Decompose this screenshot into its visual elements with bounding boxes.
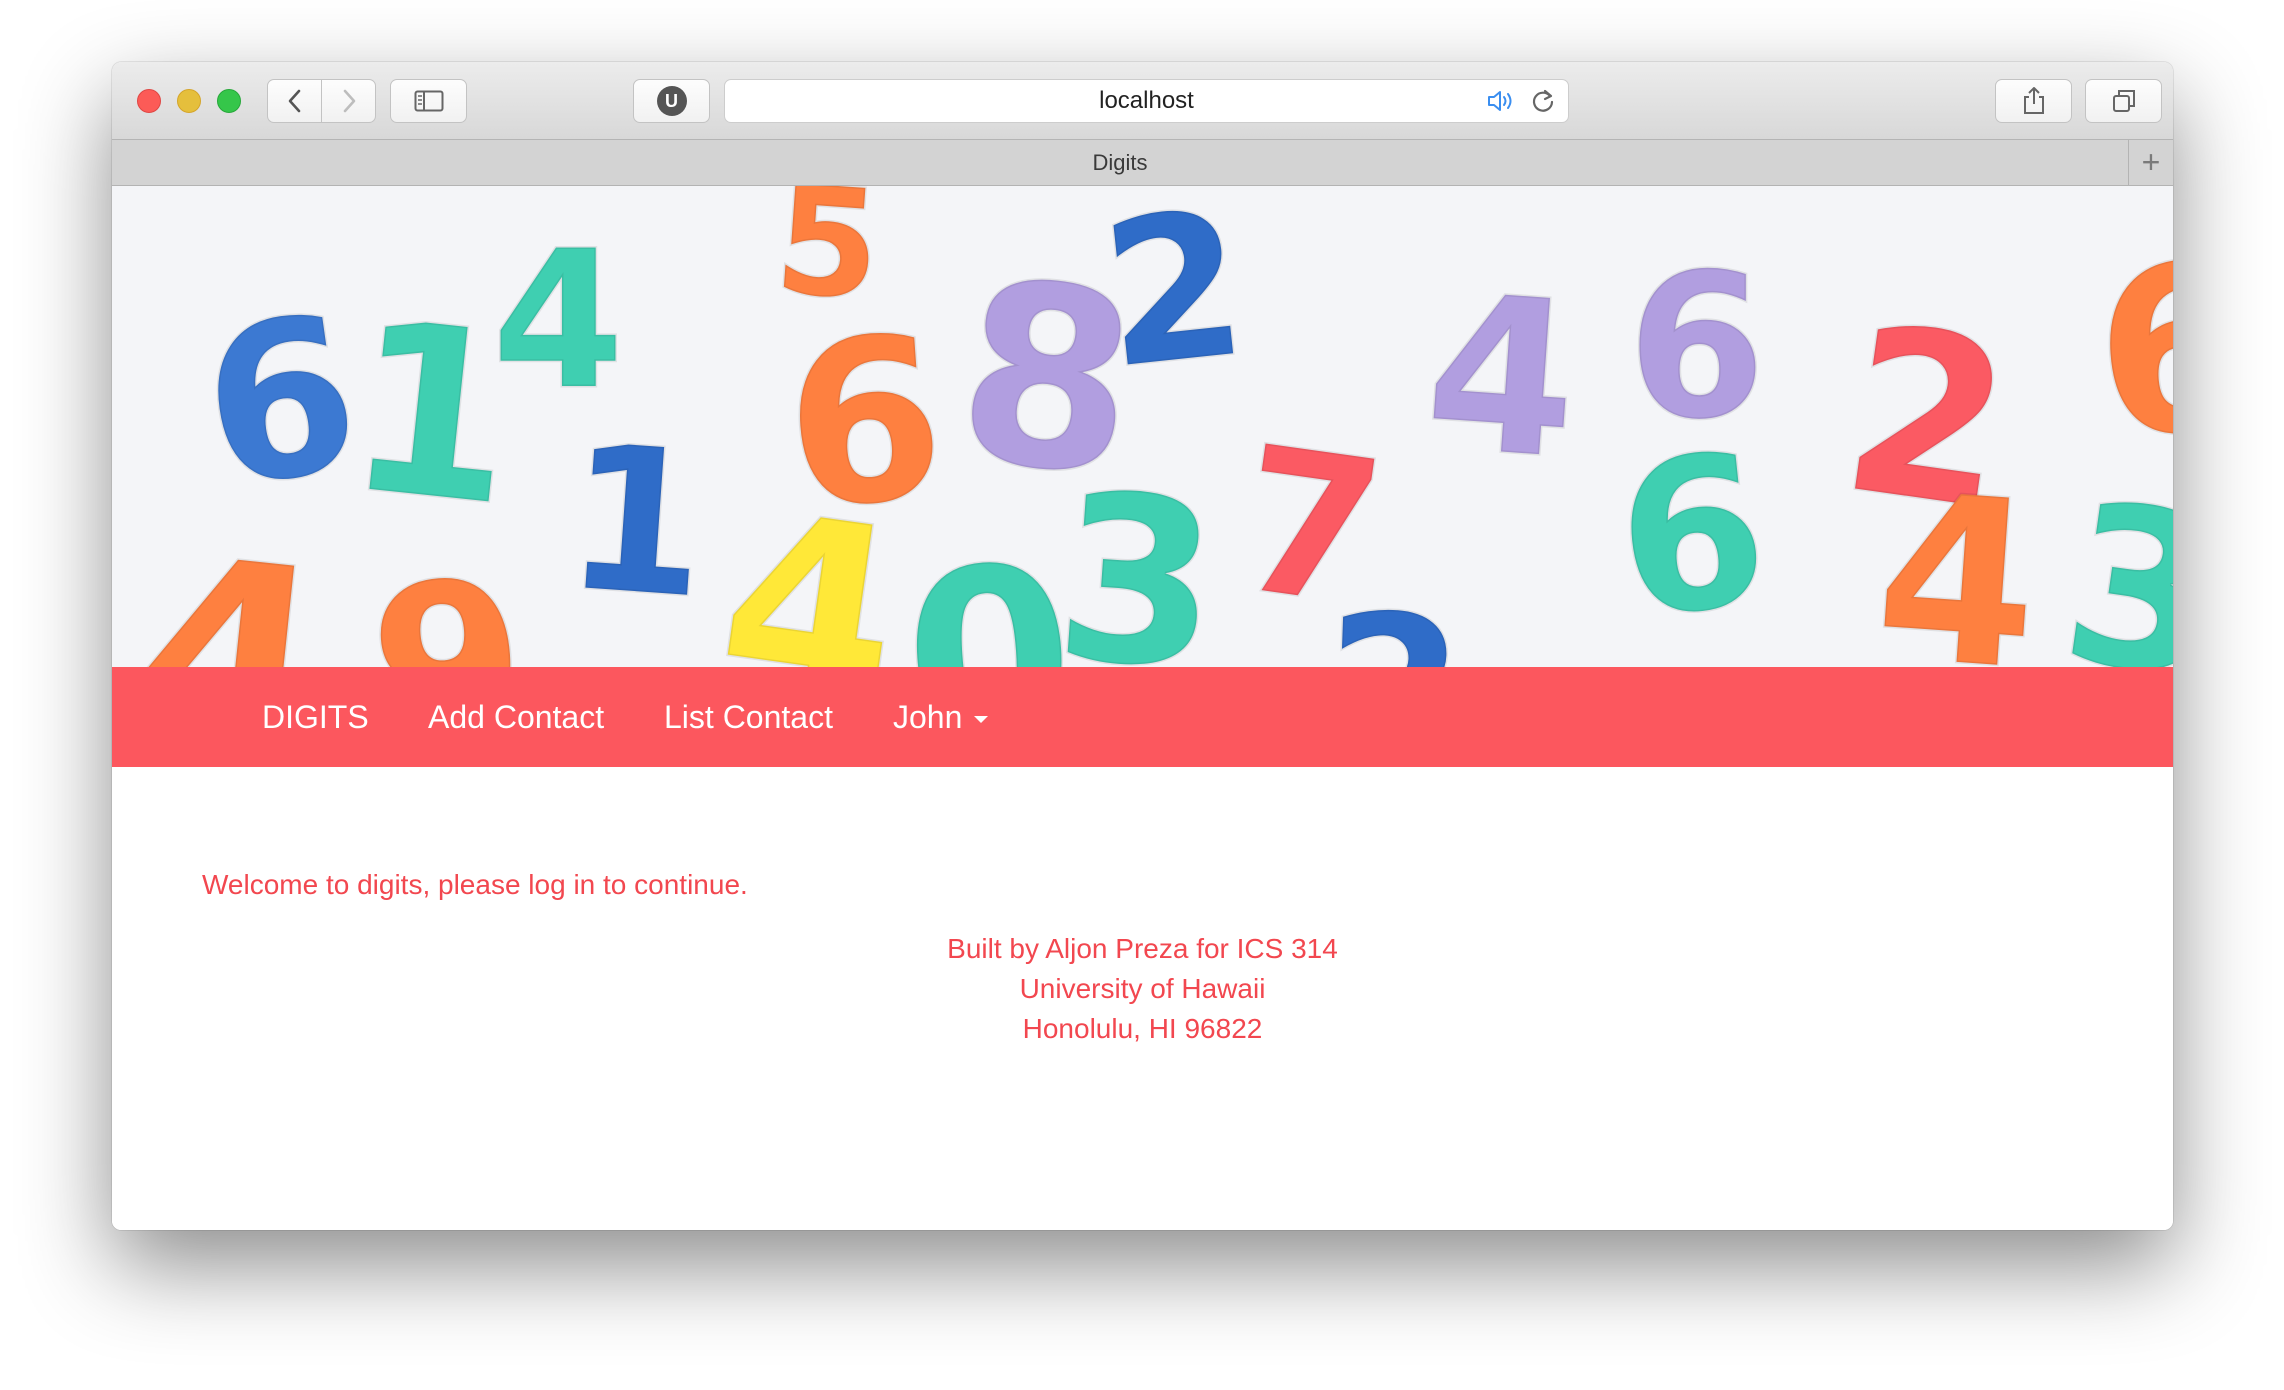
share-button[interactable] [1995, 79, 2072, 123]
digits-banner-image: 6141682734626440294536 [112, 186, 2173, 667]
browser-toolbar: U localhost [112, 62, 2173, 140]
footer-location: Honolulu, HI 96822 [1022, 1013, 1263, 1044]
user-dropdown[interactable]: John [893, 667, 989, 767]
zoom-window-button[interactable] [217, 89, 241, 113]
foam-digit: 2 [1093, 186, 1256, 414]
foam-digit: 4 [704, 456, 917, 667]
footer-credit: Built by Aljon Preza for ICS 314 [947, 933, 1338, 964]
nav-add-contact[interactable]: Add Contact [428, 667, 604, 767]
address-bar[interactable]: localhost [724, 79, 1569, 123]
foam-digit: 5 [769, 186, 885, 334]
number-collage: 6141682734626440294536 [119, 186, 2173, 667]
tabs-icon [2112, 90, 2135, 112]
foam-digit: 6 [2087, 213, 2173, 491]
reload-icon[interactable] [1530, 88, 1556, 114]
back-button[interactable] [267, 79, 322, 123]
chevron-left-icon [288, 89, 300, 113]
welcome-message: Welcome to digits, please log in to cont… [202, 869, 748, 900]
sidebar-toggle-button[interactable] [390, 79, 467, 123]
tab-bar: Digits + [112, 140, 2173, 186]
tab-digits[interactable]: Digits [112, 140, 2128, 185]
foam-digit: 4 [1868, 445, 2046, 667]
footer-university: University of Hawaii [1019, 973, 1266, 1004]
foam-digit: 4 [492, 210, 624, 431]
footer: Built by Aljon Preza for ICS 314 Univers… [112, 929, 2173, 1049]
tab-overview-button[interactable] [2085, 79, 2162, 123]
minimize-window-button[interactable] [177, 89, 201, 113]
chevron-right-icon [343, 89, 355, 113]
nav-brand[interactable]: DIGITS [262, 667, 369, 767]
user-name: John [893, 698, 963, 735]
nav-list-contact[interactable]: List Contact [664, 667, 833, 767]
page-content: 6141682734626440294536 DIGITS Add Contac… [112, 186, 2173, 1230]
foam-digit: 9 [363, 532, 534, 667]
extension-button[interactable]: U [633, 79, 710, 123]
foam-digit: 2 [1320, 571, 1467, 667]
foam-digit: 4 [1418, 246, 1585, 507]
foam-digit: 4 [120, 496, 340, 667]
share-icon [2023, 87, 2044, 114]
foam-digit: 0 [896, 512, 1082, 667]
address-text: localhost [1099, 87, 1194, 114]
caret-down-icon [974, 715, 989, 723]
close-window-button[interactable] [137, 89, 161, 113]
forward-button[interactable] [321, 79, 376, 123]
tab-title: Digits [1092, 149, 1148, 175]
sidebar-icon [414, 90, 443, 112]
browser-window: U localhost Digits + 6 1 4 1 6 8 2 7 3 4… [112, 62, 2173, 1230]
foam-digit: 6 [1607, 407, 1778, 666]
speaker-icon[interactable] [1486, 88, 1518, 114]
navbar: DIGITS Add Contact List Contact John [112, 667, 2173, 767]
new-tab-button[interactable]: + [2128, 140, 2173, 185]
foam-digit: 1 [559, 401, 714, 643]
foam-digit: 3 [1048, 445, 1226, 667]
extension-icon: U [656, 86, 687, 116]
